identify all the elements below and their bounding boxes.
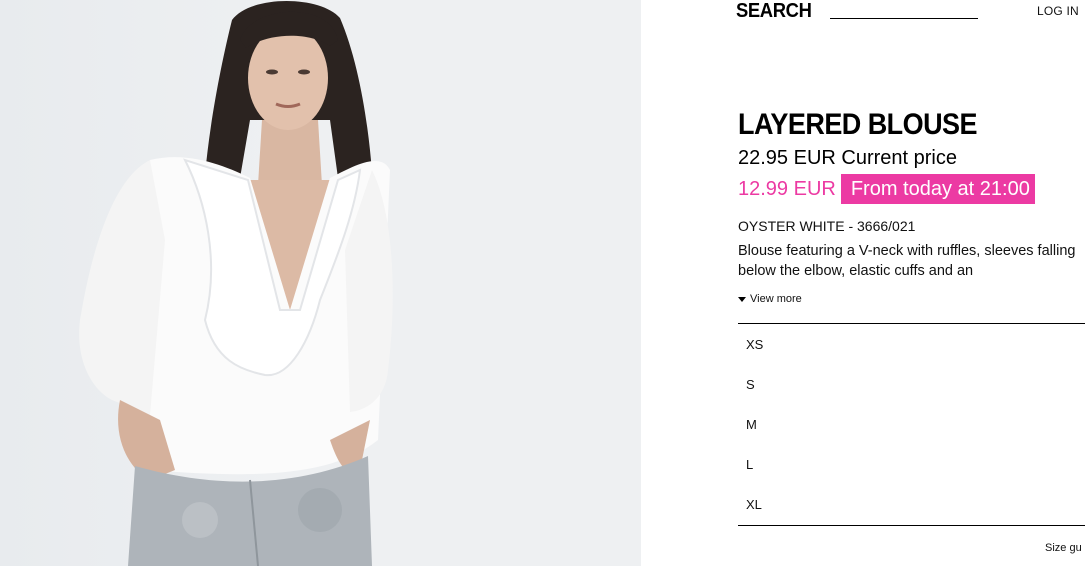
view-more-button[interactable]: View more xyxy=(738,293,802,305)
color-reference: OYSTER WHITE - 3666/021 xyxy=(738,218,916,234)
size-option-xs[interactable]: XS xyxy=(738,324,1085,364)
sale-price-row: 12.99 EUR From today at 21:00 xyxy=(738,174,1035,204)
size-list: XS S M L XL xyxy=(738,323,1085,526)
product-title: LAYERED BLOUSE xyxy=(738,108,978,141)
promo-badge: From today at 21:00 xyxy=(840,174,1035,204)
size-option-l[interactable]: L xyxy=(738,444,1085,484)
current-price: 22.95 EUR Current price xyxy=(738,147,957,169)
size-option-xl[interactable]: XL xyxy=(738,484,1085,524)
model-illustration xyxy=(79,0,393,566)
caret-down-icon xyxy=(738,296,746,302)
product-description: Blouse featuring a V-neck with ruffles, … xyxy=(738,243,1076,279)
size-option-s[interactable]: S xyxy=(738,364,1085,404)
size-option-m[interactable]: M xyxy=(738,404,1085,444)
sale-price: 12.99 EUR xyxy=(738,178,836,200)
search-underline[interactable] xyxy=(830,18,979,19)
size-guide-link[interactable]: Size gu xyxy=(1045,542,1082,554)
search-field[interactable]: SEARCH xyxy=(736,0,979,22)
login-link[interactable]: LOG IN xyxy=(1037,4,1079,18)
view-more-label: View more xyxy=(750,293,802,305)
product-image[interactable] xyxy=(0,0,641,566)
search-label[interactable]: SEARCH xyxy=(736,0,812,22)
